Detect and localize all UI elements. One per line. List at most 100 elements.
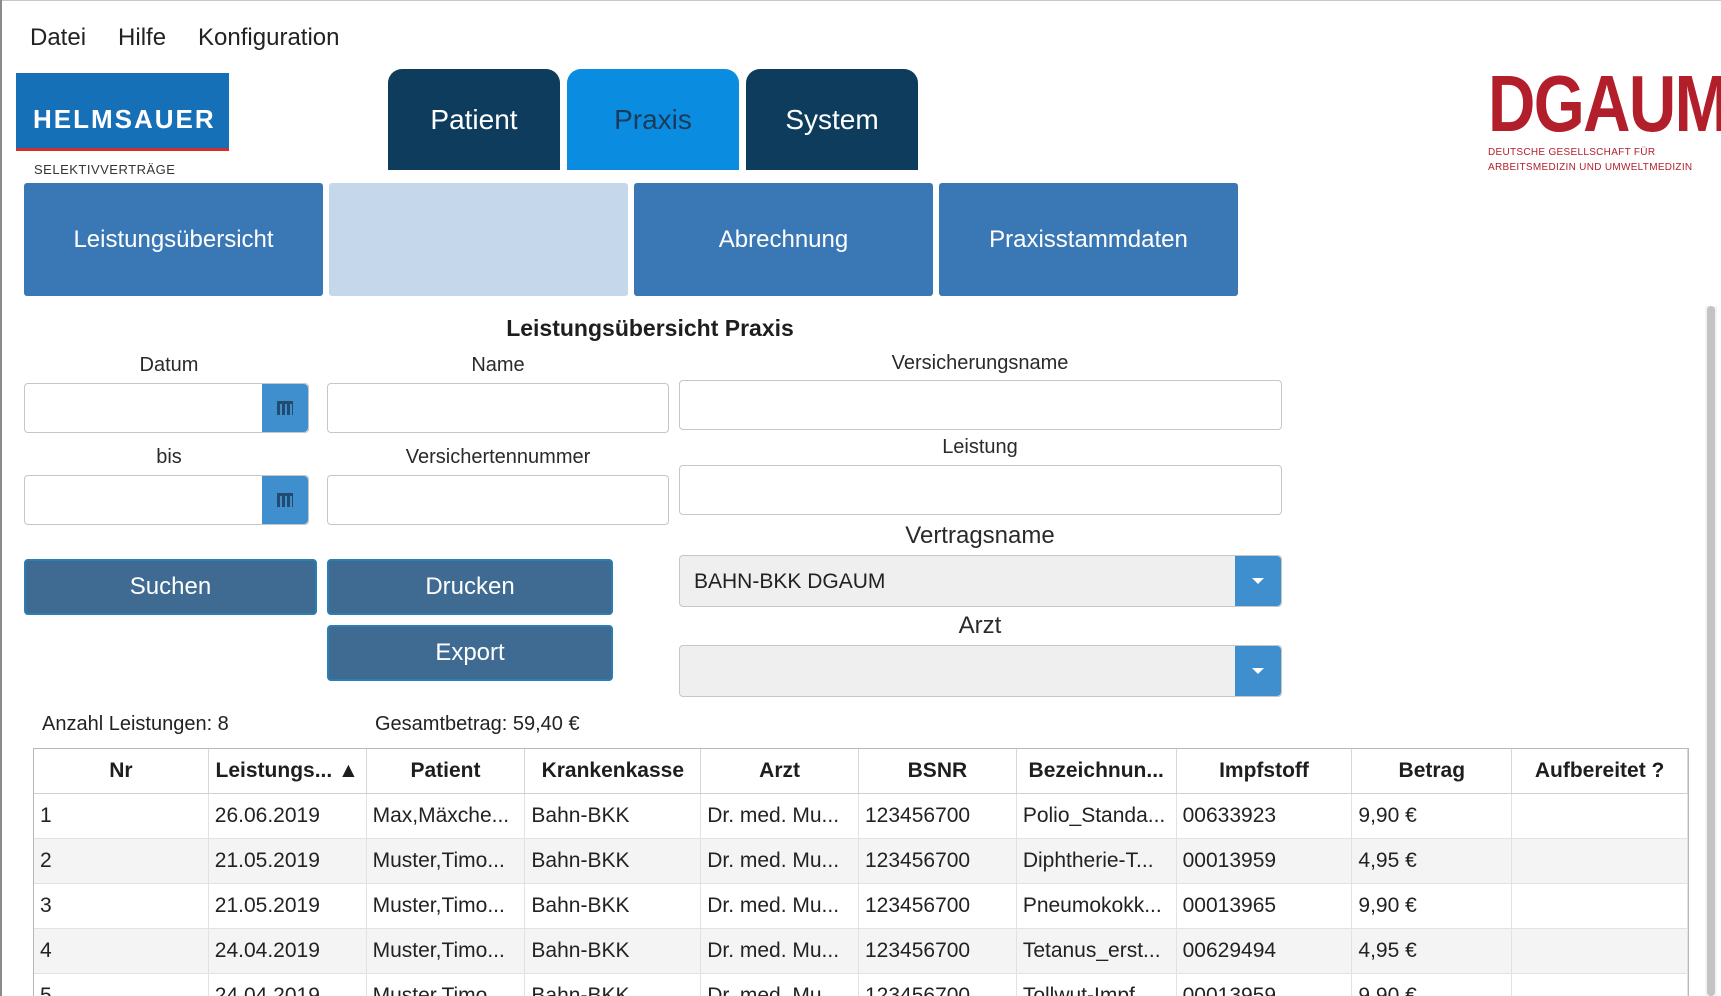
table-cell: 123456700 — [859, 974, 1017, 996]
table-cell: 9,90 € — [1352, 974, 1513, 996]
table-cell: 123456700 — [859, 839, 1017, 883]
window-frame-left — [0, 0, 2, 996]
table-cell: Bahn-BKK — [525, 839, 702, 883]
dgaum-logo: DGAUM DEUTSCHE GESELLSCHAFT FÜR ARBEITSM… — [1488, 59, 1721, 174]
subtab-praxisstammdaten[interactable]: Praxisstammdaten — [939, 183, 1238, 296]
table-row[interactable]: 5 24.04.2019 Muster,Timo... Bahn-BKK Dr. med… — [34, 974, 1688, 996]
arzt-label: Arzt — [958, 612, 1002, 639]
table-cell: Bahn-BKK — [525, 884, 702, 928]
menu-hilfe[interactable]: Hilfe — [118, 24, 166, 54]
table-cell: 00013959 — [1177, 839, 1353, 883]
menu-bar: Datei Hilfe Konfiguration — [30, 24, 371, 54]
table-cell: 21.05.2019 — [209, 839, 367, 883]
table-cell: Dr. med. Mu... — [701, 884, 859, 928]
column-patient[interactable]: Patient — [367, 749, 526, 793]
table-row[interactable]: 3 21.05.2019 Muster,Timo... Bahn-BKK Dr. med… — [34, 884, 1688, 929]
table-cell: 00629494 — [1177, 929, 1353, 973]
table-cell: 4,95 € — [1352, 839, 1513, 883]
dgaum-subtitle-2: ARBEITSMEDIZIN UND UMWELTMEDIZIN — [1488, 162, 1693, 173]
versichertennummer-field[interactable] — [327, 475, 669, 525]
table-cell: Dr. med. Mu... — [701, 839, 859, 883]
table-cell: Dr. med. Mu... — [701, 929, 859, 973]
table-cell: Diphtherie-T... — [1017, 839, 1177, 883]
name-field[interactable] — [327, 383, 669, 433]
drucken-button[interactable]: Drucken — [327, 559, 613, 615]
table-cell: 21.05.2019 — [209, 884, 367, 928]
table-row[interactable]: 2 21.05.2019 Muster,Timo... Bahn-BKK Dr. med… — [34, 839, 1688, 884]
scrollbar-thumb[interactable] — [1707, 306, 1715, 996]
table-cell: Bahn-BKK — [525, 929, 702, 973]
vertragsname-label: Vertragsname — [905, 522, 1055, 549]
table-cell: 123456700 — [859, 929, 1017, 973]
vertical-scrollbar[interactable] — [1705, 306, 1717, 996]
table-cell: 24.04.2019 — [209, 974, 367, 996]
table-cell: 123456700 — [859, 884, 1017, 928]
subtab-leistungsuebersicht[interactable]: Leistungsübersicht — [24, 183, 323, 296]
name-label: Name — [471, 354, 525, 376]
versicherungsname-field[interactable] — [679, 380, 1282, 430]
tab-praxis[interactable]: Praxis — [567, 69, 739, 170]
table-row[interactable]: 4 24.04.2019 Muster,Timo... Bahn-BKK Dr. med… — [34, 929, 1688, 974]
column-aufbereitet[interactable]: Aufbereitet ? — [1512, 749, 1688, 793]
chevron-down-icon[interactable] — [1235, 556, 1281, 606]
menu-datei[interactable]: Datei — [30, 24, 86, 54]
suchen-button[interactable]: Suchen — [24, 559, 317, 615]
table-cell: 24.04.2019 — [209, 929, 367, 973]
helmsauer-logo: HELMSAUER — [16, 73, 229, 151]
subtab-empty[interactable] — [329, 183, 628, 296]
page-title: Leistungsübersicht Praxis — [506, 315, 794, 341]
menu-konfiguration[interactable]: Konfiguration — [198, 24, 339, 54]
table-cell: Muster,Timo... — [367, 884, 526, 928]
tab-system[interactable]: System — [746, 69, 918, 170]
table-cell: Tetanus_erst... — [1017, 929, 1177, 973]
table-cell — [1512, 974, 1688, 996]
table-row[interactable]: 1 26.06.2019 Max,Mäxche... Bahn-BKK Dr. med.… — [34, 794, 1688, 839]
bis-field[interactable] — [24, 475, 309, 525]
column-nr[interactable]: Nr — [34, 749, 209, 793]
table-cell: Bahn-BKK — [525, 974, 702, 996]
export-button[interactable]: Export — [327, 625, 613, 681]
chevron-down-icon[interactable] — [1235, 646, 1281, 696]
tab-patient[interactable]: Patient — [388, 69, 560, 170]
table-cell — [1512, 839, 1688, 883]
table-cell: Dr. med. Mu... — [701, 974, 859, 996]
column-betrag[interactable]: Betrag — [1352, 749, 1513, 793]
table-cell: 26.06.2019 — [209, 794, 367, 838]
column-bsnr[interactable]: BSNR — [859, 749, 1017, 793]
column-arzt[interactable]: Arzt — [701, 749, 859, 793]
table-cell — [1512, 794, 1688, 838]
vertragsname-select[interactable]: BAHN-BKK DGAUM — [679, 555, 1282, 607]
table-cell: 4 — [34, 929, 209, 973]
column-bezeichnung[interactable]: Bezeichnun... — [1017, 749, 1177, 793]
table-cell: 00013959 — [1177, 974, 1353, 996]
table-cell: 00013965 — [1177, 884, 1353, 928]
arzt-select[interactable] — [679, 645, 1282, 697]
datum-label: Datum — [139, 354, 199, 376]
table-cell: Muster,Timo... — [367, 929, 526, 973]
calendar-icon — [277, 493, 293, 507]
leistung-field[interactable] — [679, 465, 1282, 515]
table-cell: Tollwut-Impf... — [1017, 974, 1177, 996]
calendar-button-datum[interactable] — [262, 384, 308, 432]
table-cell: Muster,Timo... — [367, 839, 526, 883]
calendar-button-bis[interactable] — [262, 476, 308, 524]
calendar-icon — [277, 401, 293, 415]
column-krankenkasse[interactable]: Krankenkasse — [525, 749, 702, 793]
table-cell: Dr. med. Mu... — [701, 794, 859, 838]
anzahl-leistungen: Anzahl Leistungen: 8 — [42, 713, 229, 735]
window-frame-top — [2, 0, 1721, 1]
versicherungsname-label: Versicherungsname — [891, 352, 1069, 374]
table-cell: 123456700 — [859, 794, 1017, 838]
subtab-abrechnung[interactable]: Abrechnung — [634, 183, 933, 296]
bis-label: bis — [156, 446, 182, 468]
leistung-label: Leistung — [942, 436, 1018, 458]
table-cell: 00633923 — [1177, 794, 1353, 838]
column-impfstoff[interactable]: Impfstoff — [1177, 749, 1353, 793]
table-header: Nr Leistungs... ▲ Patient Krankenkasse A… — [34, 749, 1688, 794]
column-leistungsdatum[interactable]: Leistungs... ▲ — [209, 749, 367, 793]
logo-name: HELMSAUER — [33, 104, 216, 134]
dgaum-name: DGAUM — [1488, 59, 1721, 148]
datum-field[interactable] — [24, 383, 309, 433]
gesamtbetrag: Gesamtbetrag: 59,40 € — [375, 713, 580, 735]
versichertennummer-label: Versichertennummer — [405, 446, 591, 468]
